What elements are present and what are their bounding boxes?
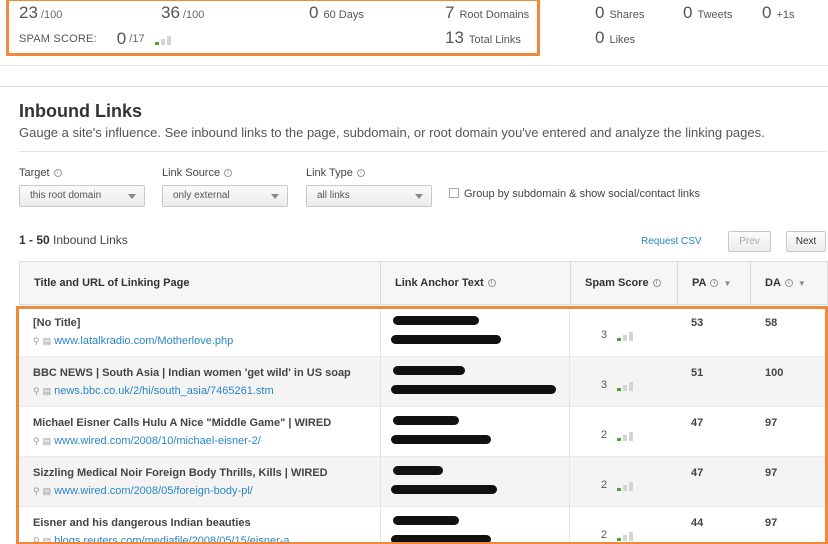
total-links-metric: 13 Total Links <box>445 28 521 48</box>
target-label-text: Target <box>19 167 50 179</box>
likes-label: Likes <box>609 34 636 46</box>
root-domains-value: 7 <box>445 3 455 22</box>
page-authority-metric: 36 /100 <box>161 3 204 23</box>
shares-value: 0 <box>595 3 605 22</box>
target-filter-label: Target i <box>19 167 62 179</box>
link-source-select[interactable]: only external <box>162 185 288 207</box>
total-links-value: 13 <box>445 28 464 47</box>
shares-label: Shares <box>609 9 645 21</box>
link-type-select[interactable]: all links <box>306 185 432 207</box>
request-csv-link[interactable]: Request CSV <box>641 236 702 247</box>
chevron-down-icon <box>271 194 279 199</box>
info-icon[interactable]: i <box>53 169 62 177</box>
info-icon: i <box>710 279 719 287</box>
results-count: 1 - 50 Inbound Links <box>19 233 128 247</box>
page-authority-unit: /100 <box>182 9 205 21</box>
column-title-text: Title and URL of Linking Page <box>34 277 190 289</box>
domain-authority-metric: 23 /100 <box>19 3 62 23</box>
info-icon: i <box>652 279 661 287</box>
info-icon: i <box>487 279 496 287</box>
tweets-value: 0 <box>683 3 693 22</box>
table-header: Title and URL of Linking Page Link Ancho… <box>19 261 828 305</box>
inbound-links-panel: Inbound Links Gauge a site's influence. … <box>0 86 828 544</box>
link-type-filter-label: Link Type i <box>306 167 365 179</box>
spam-score-metric: SPAM SCORE: 0 /17 <box>19 29 171 49</box>
group-by-subdomain-checkbox[interactable] <box>449 188 459 198</box>
tweets-label: Tweets <box>697 9 733 21</box>
results-range: 1 - 50 <box>19 233 50 247</box>
plusones-metric: 0 +1s <box>762 3 795 23</box>
column-header-da[interactable]: DA i ▼ <box>751 262 828 304</box>
column-header-anchor[interactable]: Link Anchor Text i <box>381 262 571 304</box>
sort-desc-icon: ▼ <box>723 278 732 288</box>
spam-score-value: 0 <box>116 29 127 48</box>
section-title: Inbound Links <box>19 101 142 121</box>
link-source-filter-label: Link Source i <box>162 167 233 179</box>
likes-value: 0 <box>595 28 605 47</box>
column-da-text: DA <box>765 277 781 289</box>
group-by-subdomain-label: Group by subdomain & show social/contact… <box>464 188 701 200</box>
shares-metric: 0 Shares <box>595 3 644 23</box>
divider <box>19 151 827 152</box>
link-type-select-value: all links <box>317 190 350 201</box>
column-spam-text: Spam Score <box>585 277 649 289</box>
target-select-value: this root domain <box>30 190 102 201</box>
tweets-metric: 0 Tweets <box>683 3 732 23</box>
domain-authority-value: 23 <box>19 3 38 22</box>
spam-score-unit: /17 <box>129 33 145 45</box>
recent-links-value: 0 <box>309 3 319 22</box>
target-select[interactable]: this root domain <box>19 185 145 207</box>
likes-metric: 0 Likes <box>595 28 635 48</box>
results-label: Inbound Links <box>53 233 128 247</box>
column-header-pa[interactable]: PA i ▼ <box>678 262 751 304</box>
chevron-down-icon <box>128 194 136 199</box>
root-domains-label: Root Domains <box>459 9 530 21</box>
link-source-select-value: only external <box>173 190 230 201</box>
link-type-label-text: Link Type <box>306 167 353 179</box>
column-header-spam[interactable]: Spam Score i <box>571 262 678 304</box>
column-anchor-text: Link Anchor Text <box>395 277 484 289</box>
root-domains-metric: 7 Root Domains <box>445 3 529 23</box>
page-authority-value: 36 <box>161 3 180 22</box>
info-icon[interactable]: i <box>224 169 233 177</box>
total-links-label: Total Links <box>468 34 521 46</box>
recent-links-metric: 0 60 Days <box>309 3 364 23</box>
metrics-panel: 23 /100 36 /100 0 60 Days 7 Root Domains… <box>0 0 828 66</box>
spam-score-bars <box>154 35 171 45</box>
next-button[interactable]: Next <box>786 231 826 252</box>
column-header-title[interactable]: Title and URL of Linking Page <box>20 262 381 304</box>
sort-desc-icon: ▼ <box>797 278 806 288</box>
plusones-label: +1s <box>776 9 795 21</box>
rows-highlight-box <box>16 306 828 544</box>
info-icon: i <box>784 279 793 287</box>
plusones-value: 0 <box>762 3 772 22</box>
prev-button[interactable]: Prev <box>728 231 771 252</box>
chevron-down-icon <box>415 194 423 199</box>
link-source-label-text: Link Source <box>162 167 221 179</box>
info-icon[interactable]: i <box>356 169 365 177</box>
domain-authority-unit: /100 <box>40 9 63 21</box>
spam-score-label: SPAM SCORE: <box>19 33 97 45</box>
section-subtitle: Gauge a site's influence. See inbound li… <box>19 125 765 140</box>
column-pa-text: PA <box>692 277 707 289</box>
recent-links-label: 60 Days <box>323 9 364 21</box>
